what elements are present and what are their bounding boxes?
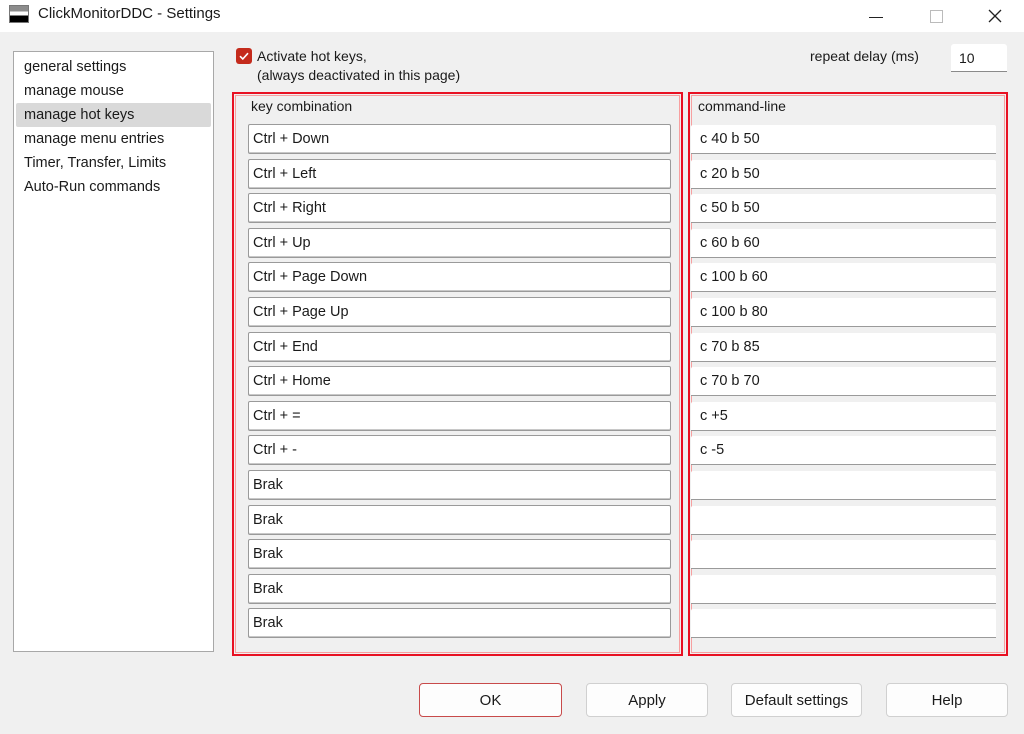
activate-label-line2: (always deactivated in this page) [257,67,461,83]
key-combination-field[interactable]: Ctrl + End [248,332,671,362]
close-button[interactable] [972,0,1018,32]
sidebar-item-timer-transfer-limits[interactable]: Timer, Transfer, Limits [16,151,211,175]
command-line-field[interactable] [691,506,996,535]
key-combination-field[interactable]: Ctrl + Left [248,159,671,189]
repeat-delay-input[interactable] [951,44,1007,72]
title-bar: ClickMonitorDDC - Settings [0,0,1024,32]
command-line-field[interactable] [691,540,996,569]
help-button[interactable]: Help [886,683,1008,717]
key-combination-field[interactable]: Ctrl + Down [248,124,671,154]
monitor-icon [9,5,29,23]
default-settings-button[interactable]: Default settings [731,683,862,717]
settings-page-list[interactable]: general settings manage mouse manage hot… [13,51,214,652]
activate-hotkeys-checkbox[interactable] [236,48,252,64]
command-line-field[interactable]: c 70 b 85 [691,333,996,362]
minimize-button[interactable] [853,0,899,32]
ok-button[interactable]: OK [419,683,562,717]
command-line-field[interactable]: c 70 b 70 [691,367,996,396]
command-line-field[interactable]: c 20 b 50 [691,160,996,189]
activate-label-line1: Activate hot keys, [257,48,367,64]
command-line-field[interactable]: c 100 b 60 [691,263,996,292]
sidebar-item-auto-run-commands[interactable]: Auto-Run commands [16,175,211,199]
sidebar-item-manage-hot-keys[interactable]: manage hot keys [16,103,211,127]
key-combination-header: key combination [251,98,353,114]
key-combination-field[interactable]: Brak [248,470,671,500]
key-combination-field[interactable]: Ctrl + Page Down [248,262,671,292]
sidebar-item-manage-menu-entries[interactable]: manage menu entries [16,127,211,151]
sidebar-item-manage-mouse[interactable]: manage mouse [16,79,211,103]
command-line-field[interactable]: c 100 b 80 [691,298,996,327]
command-line-field[interactable]: c 40 b 50 [691,125,996,154]
key-combination-field[interactable]: Ctrl + Page Up [248,297,671,327]
command-line-group: command-line c 40 b 50 c 20 b 50 c 50 b 50… [688,92,1008,656]
command-line-header: command-line [698,98,786,114]
command-line-field[interactable]: c -5 [691,436,996,465]
checkmark-icon [239,52,249,61]
command-line-field[interactable]: c +5 [691,402,996,431]
command-line-field[interactable] [691,609,996,638]
command-line-field[interactable]: c 60 b 60 [691,229,996,258]
command-line-field[interactable]: c 50 b 50 [691,194,996,223]
key-combination-field[interactable]: Brak [248,505,671,535]
key-combination-field[interactable]: Brak [248,539,671,569]
key-combination-field[interactable]: Brak [248,574,671,604]
window-title: ClickMonitorDDC - Settings [38,5,221,22]
key-combination-group: key combination Ctrl + Down Ctrl + Left Ct… [232,92,683,656]
key-combination-field[interactable]: Brak [248,608,671,638]
repeat-delay-label: repeat delay (ms) [810,48,919,64]
command-line-field[interactable] [691,471,996,500]
key-combination-field[interactable]: Ctrl + = [248,401,671,431]
key-combination-field[interactable]: Ctrl + Home [248,366,671,396]
activate-hotkeys-label: Activate hot keys, (always deactivated i… [257,47,460,85]
activate-hotkeys-option: Activate hot keys, (always deactivated i… [236,47,460,85]
key-combination-field[interactable]: Ctrl + Up [248,228,671,258]
apply-button[interactable]: Apply [586,683,708,717]
close-icon [988,9,1002,23]
key-combination-field[interactable]: Ctrl + - [248,435,671,465]
maximize-button[interactable] [913,0,959,32]
command-line-field[interactable] [691,575,996,604]
key-combination-field[interactable]: Ctrl + Right [248,193,671,223]
sidebar-item-general-settings[interactable]: general settings [16,55,211,79]
